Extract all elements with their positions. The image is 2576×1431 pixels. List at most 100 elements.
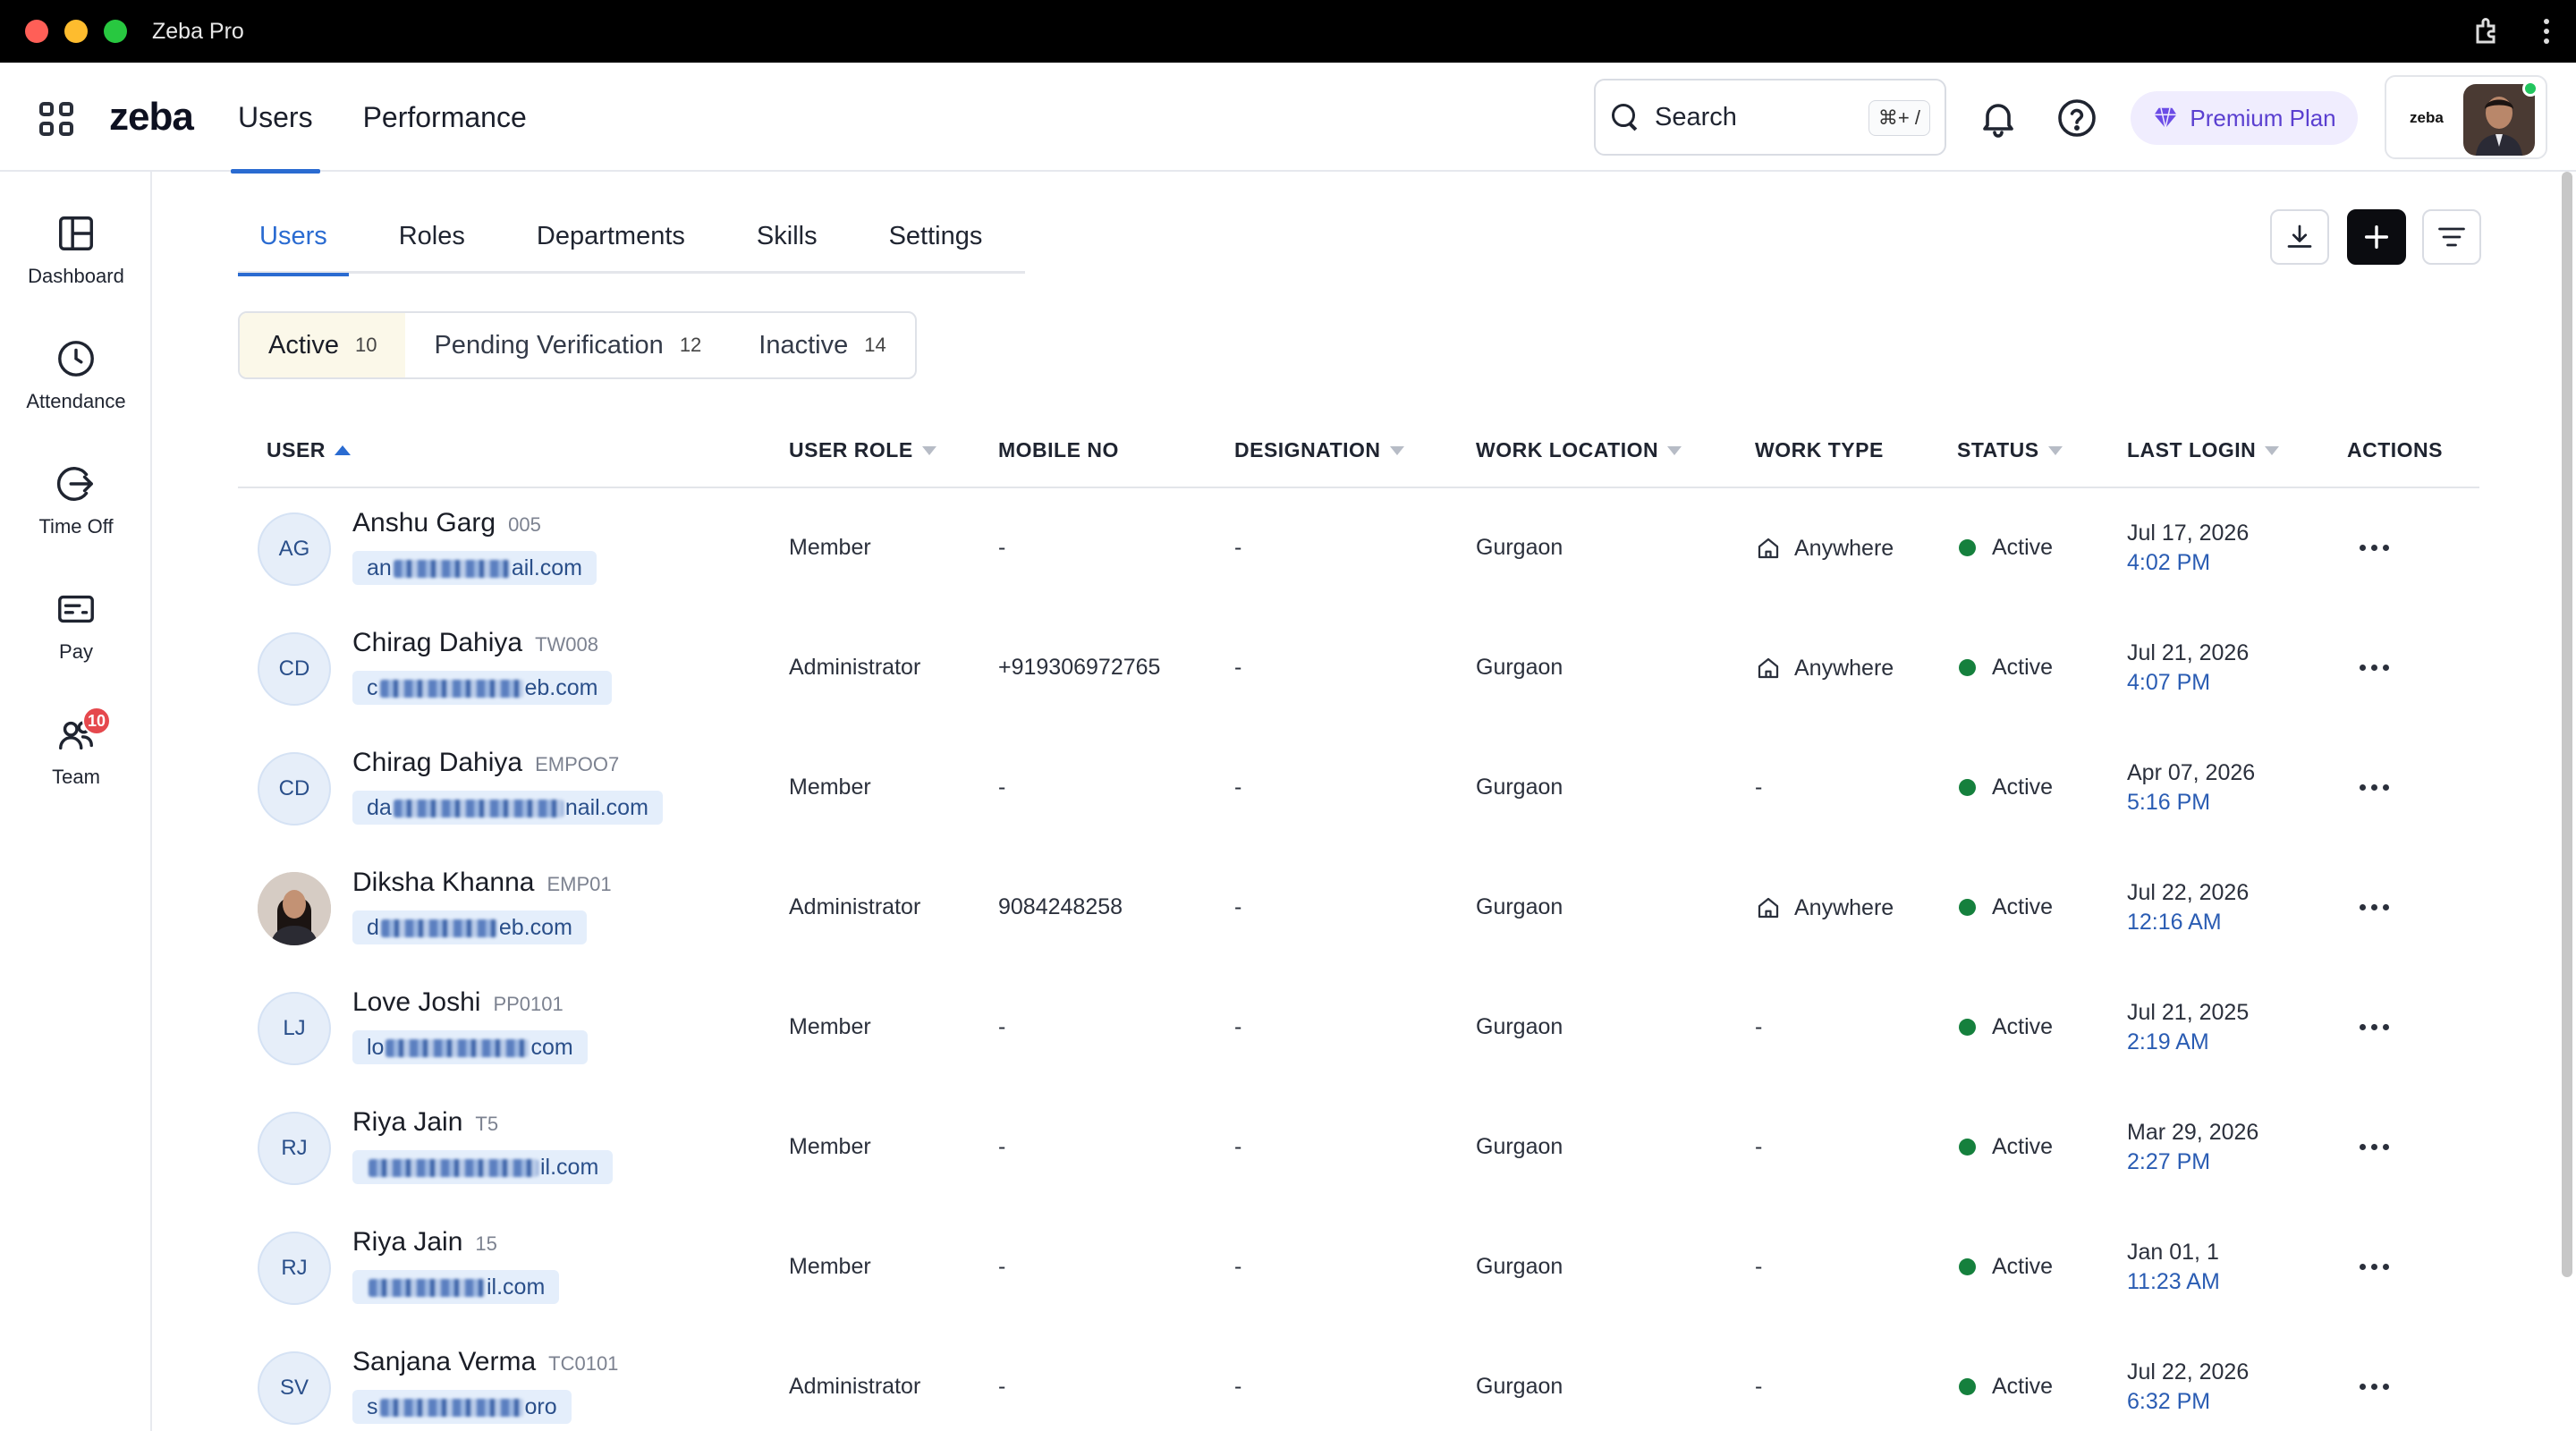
- tab-users-list[interactable]: Users: [238, 199, 349, 276]
- work-location-cell: Gurgaon: [1476, 655, 1563, 680]
- account-switcher[interactable]: zeba: [2385, 75, 2547, 159]
- mobile-cell: -: [998, 775, 1006, 800]
- pay-icon: [58, 595, 94, 623]
- table-row[interactable]: RJ Riya Jain 15 il.com Member - - Gurgaon - Activ…: [238, 1207, 2479, 1327]
- user-name[interactable]: Love Joshi PP0101: [352, 987, 564, 1018]
- status-dot: [1959, 1139, 1976, 1156]
- filter-inactive[interactable]: Inactive 14: [730, 313, 914, 377]
- row-actions-button[interactable]: [2360, 1384, 2389, 1390]
- user-avatar[interactable]: CD: [258, 632, 331, 706]
- col-status[interactable]: STATUS: [1957, 438, 2063, 462]
- add-user-button[interactable]: [2347, 209, 2406, 265]
- window-title: Zeba Pro: [152, 18, 244, 44]
- table-row[interactable]: AG Anshu Garg 005 an ail.com Member - - Gurgaon A…: [238, 488, 2479, 608]
- sidebar: Dashboard Attendance Time Off Pay 10 Tea…: [0, 172, 152, 1431]
- user-name[interactable]: Riya Jain T5: [352, 1107, 498, 1138]
- user-name[interactable]: Diksha Khanna EMP01: [352, 868, 612, 898]
- sidebar-item-pay[interactable]: Pay: [0, 588, 152, 664]
- status-dot: [1959, 1258, 1976, 1275]
- extension-icon[interactable]: [2472, 15, 2504, 47]
- user-name[interactable]: Riya Jain 15: [352, 1227, 497, 1257]
- company-logo: zeba: [2410, 109, 2444, 126]
- tab-departments[interactable]: Departments: [515, 199, 707, 274]
- avatar[interactable]: [2463, 84, 2535, 156]
- sidebar-item-dashboard[interactable]: Dashboard: [0, 213, 152, 288]
- user-name[interactable]: Anshu Garg 005: [352, 508, 541, 538]
- employee-code: PP0101: [493, 993, 564, 1015]
- help-icon[interactable]: [2055, 97, 2098, 140]
- filter-active[interactable]: Active 10: [240, 313, 406, 377]
- work-type-cell: Anywhere: [1755, 894, 1894, 921]
- user-name[interactable]: Chirag Dahiya TW008: [352, 628, 598, 658]
- team-notification-badge: 10: [82, 707, 111, 735]
- redacted-text: [379, 680, 523, 699]
- apps-grid-icon[interactable]: [39, 102, 73, 136]
- table-body: AG Anshu Garg 005 an ail.com Member - - Gurgaon A…: [238, 488, 2479, 1431]
- col-designation[interactable]: DESIGNATION: [1234, 438, 1404, 462]
- user-avatar[interactable]: LJ: [258, 992, 331, 1065]
- status-dot: [1959, 659, 1976, 676]
- user-avatar[interactable]: SV: [258, 1351, 331, 1425]
- row-actions-button[interactable]: [2360, 1144, 2389, 1150]
- row-actions-button[interactable]: [2360, 1024, 2389, 1030]
- tab-skills[interactable]: Skills: [735, 199, 839, 274]
- col-user[interactable]: USER: [267, 438, 351, 462]
- table-row[interactable]: LJ Love Joshi PP0101 lo com Member - - Gurgaon - A…: [238, 968, 2479, 1088]
- sidebar-item-team[interactable]: 10 Team: [0, 707, 152, 789]
- tab-performance[interactable]: Performance: [356, 63, 534, 172]
- table-row[interactable]: RJ Riya Jain T5 il.com Member - - Gurgaon - Activ…: [238, 1088, 2479, 1207]
- more-vertical-icon[interactable]: [2544, 19, 2549, 44]
- table-row[interactable]: CD Chirag Dahiya TW008 c eb.com Administrator…: [238, 608, 2479, 728]
- online-status-dot: [2522, 80, 2538, 97]
- user-avatar[interactable]: RJ: [258, 1112, 331, 1185]
- filter-pending-verification[interactable]: Pending Verification 12: [405, 313, 730, 377]
- zeba-logo[interactable]: zeba: [109, 95, 194, 140]
- search-box[interactable]: Search ⌘+ /: [1594, 79, 1946, 156]
- designation-cell: -: [1234, 894, 1242, 919]
- col-last-login[interactable]: LAST LOGIN: [2127, 438, 2280, 462]
- minimize-window-button[interactable]: [64, 20, 88, 43]
- tab-roles[interactable]: Roles: [377, 199, 487, 274]
- user-email: da nail.com: [352, 791, 663, 825]
- row-actions-button[interactable]: [2360, 545, 2389, 551]
- employee-code: 15: [475, 1232, 497, 1255]
- user-email: an ail.com: [352, 551, 597, 585]
- user-name[interactable]: Chirag Dahiya EMPOO7: [352, 748, 619, 778]
- scrollbar[interactable]: [2562, 172, 2572, 1277]
- col-user-role[interactable]: USER ROLE: [789, 438, 936, 462]
- tab-users[interactable]: Users: [231, 63, 320, 174]
- mobile-cell: 9084248258: [998, 894, 1123, 919]
- row-actions-button[interactable]: [2360, 904, 2389, 910]
- user-avatar[interactable]: CD: [258, 752, 331, 826]
- sidebar-item-time-off[interactable]: Time Off: [0, 463, 152, 538]
- zoom-window-button[interactable]: [104, 20, 127, 43]
- sidebar-item-label: Pay: [59, 640, 93, 663]
- status-dot: [1959, 1378, 1976, 1395]
- search-icon: [1612, 104, 1639, 131]
- premium-plan-button[interactable]: Premium Plan: [2131, 91, 2358, 145]
- user-name[interactable]: Sanjana Verma TC0101: [352, 1347, 618, 1377]
- work-type-cell: Anywhere: [1755, 535, 1894, 562]
- home-icon: [1758, 897, 1779, 919]
- close-window-button[interactable]: [25, 20, 48, 43]
- mobile-cell: +919306972765: [998, 655, 1161, 680]
- sidebar-item-attendance[interactable]: Attendance: [0, 338, 152, 413]
- row-actions-button[interactable]: [2360, 1264, 2389, 1270]
- table-row[interactable]: CD Chirag Dahiya EMPOO7 da nail.com Member - - G…: [238, 728, 2479, 848]
- tab-settings[interactable]: Settings: [868, 199, 1004, 274]
- user-avatar[interactable]: [258, 872, 331, 945]
- bell-icon[interactable]: [1977, 97, 2020, 140]
- table-row[interactable]: Diksha Khanna EMP01 d eb.com Administrator 90…: [238, 848, 2479, 968]
- home-icon: [1758, 538, 1779, 559]
- row-actions-button[interactable]: [2360, 665, 2389, 671]
- status-badge: Active: [1959, 775, 2053, 800]
- download-button[interactable]: [2270, 209, 2329, 265]
- row-actions-button[interactable]: [2360, 784, 2389, 791]
- col-work-location[interactable]: WORK LOCATION: [1476, 438, 1682, 462]
- work-location-cell: Gurgaon: [1476, 1134, 1563, 1159]
- table-row[interactable]: SV Sanjana Verma TC0101 s oro Administrator - -…: [238, 1327, 2479, 1431]
- filter-button[interactable]: [2422, 209, 2481, 265]
- user-avatar[interactable]: AG: [258, 512, 331, 586]
- search-shortcut: ⌘+ /: [1868, 100, 1930, 136]
- user-avatar[interactable]: RJ: [258, 1232, 331, 1305]
